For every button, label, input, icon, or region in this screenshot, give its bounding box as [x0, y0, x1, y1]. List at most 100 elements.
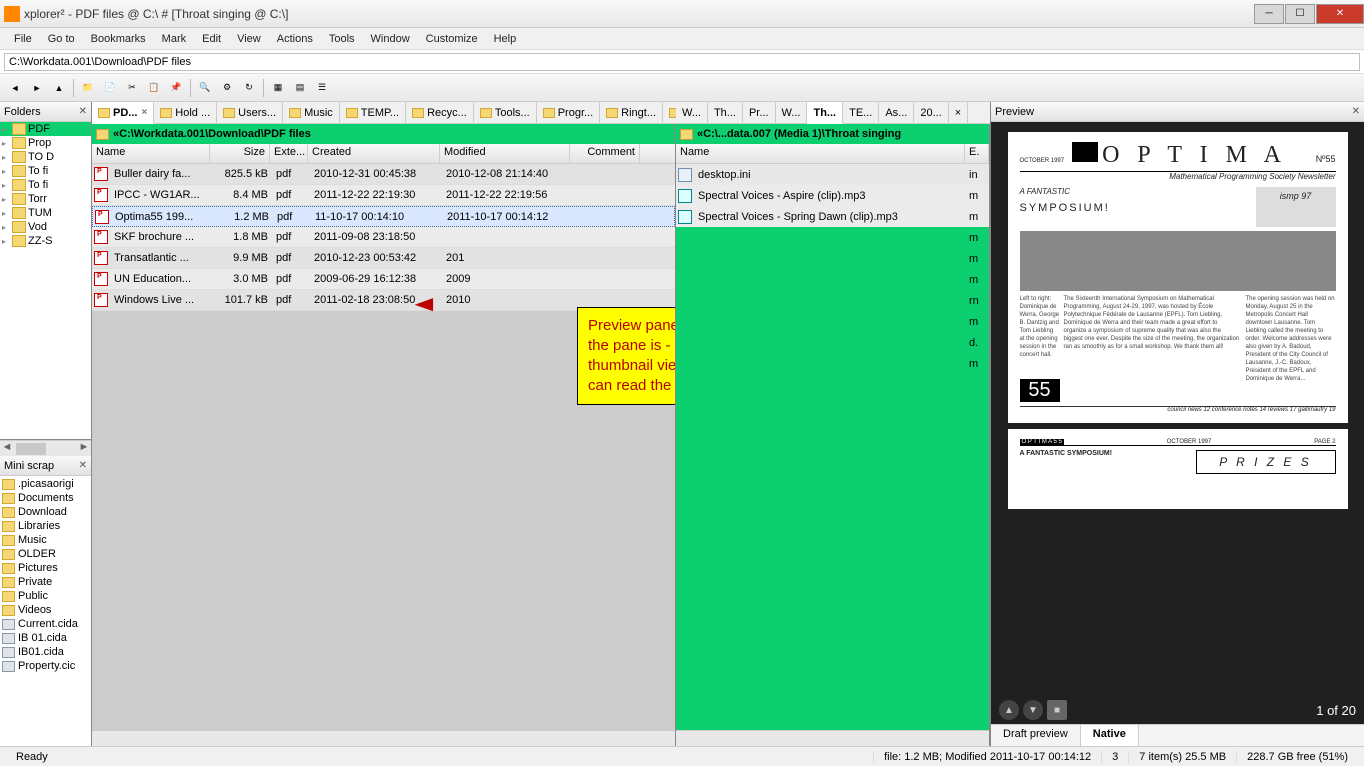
file-row[interactable]: d.	[676, 332, 989, 353]
tool-icon[interactable]: ☰	[312, 78, 332, 98]
file-row[interactable]: Spectral Voices - Spring Dawn (clip).mp3…	[676, 206, 989, 227]
file-row[interactable]: m	[676, 311, 989, 332]
tab[interactable]: PD...×	[92, 102, 154, 124]
menu-goto[interactable]: Go to	[40, 31, 83, 47]
col-e[interactable]: E.	[965, 144, 989, 163]
tool-icon[interactable]: ✂	[122, 78, 142, 98]
col-modified[interactable]: Modified	[440, 144, 570, 163]
menu-help[interactable]: Help	[486, 31, 525, 47]
maximize-button[interactable]: ☐	[1285, 4, 1315, 24]
miniscrap-item[interactable]: Current.cida	[0, 617, 91, 631]
right-file-list[interactable]: desktop.iniinSpectral Voices - Aspire (c…	[676, 164, 989, 730]
tab[interactable]: Pr...	[743, 102, 776, 123]
preview-stop-icon[interactable]: ■	[1047, 700, 1067, 720]
file-row[interactable]: desktop.iniin	[676, 164, 989, 185]
col-comment[interactable]: Comment	[570, 144, 640, 163]
file-row[interactable]: Buller dairy fa...825.5 kBpdf2010-12-31 …	[92, 164, 675, 185]
file-row[interactable]: rn	[676, 290, 989, 311]
tool-icon[interactable]: 📋	[144, 78, 164, 98]
tool-icon[interactable]: 🔍	[195, 78, 215, 98]
folders-tree[interactable]: ▸PDF▸Prop▸TO D▸To fi▸To fi▸Torr▸TUM▸Vod▸…	[0, 122, 91, 440]
tab[interactable]: 20...	[914, 102, 948, 123]
tab[interactable]: Tools...	[474, 102, 537, 123]
file-row[interactable]: Transatlantic ...9.9 MBpdf2010-12-23 00:…	[92, 248, 675, 269]
tab[interactable]: Th...	[807, 102, 843, 124]
menu-customize[interactable]: Customize	[418, 31, 486, 47]
col-ext[interactable]: Exte...	[270, 144, 308, 163]
file-row[interactable]: Spectral Voices - Aspire (clip).mp3m	[676, 185, 989, 206]
tab[interactable]: W...	[676, 102, 708, 123]
miniscrap-item[interactable]: OLDER	[0, 547, 91, 561]
miniscrap-item[interactable]: IB 01.cida	[0, 631, 91, 645]
miniscrap-item[interactable]: IB01.cida	[0, 645, 91, 659]
miniscrap-item[interactable]: Libraries	[0, 519, 91, 533]
preview-up-icon[interactable]: ▲	[999, 700, 1019, 720]
tree-item[interactable]: ▸To fi	[0, 178, 91, 192]
col-name[interactable]: Name	[92, 144, 210, 163]
menu-edit[interactable]: Edit	[194, 31, 229, 47]
tree-item[interactable]: ▸To fi	[0, 164, 91, 178]
preview-down-icon[interactable]: ▼	[1023, 700, 1043, 720]
nav-back-icon[interactable]: ◄	[5, 78, 25, 98]
tool-icon[interactable]: ↻	[239, 78, 259, 98]
miniscrap-item[interactable]: Download	[0, 505, 91, 519]
preview-close-icon[interactable]: ✕	[1352, 106, 1360, 117]
right-hscroll[interactable]	[676, 730, 989, 746]
file-row[interactable]: m	[676, 248, 989, 269]
tab[interactable]: As...	[879, 102, 914, 123]
close-button[interactable]: ✕	[1316, 4, 1364, 24]
folders-close-icon[interactable]: ✕	[79, 106, 87, 117]
tree-item[interactable]: ▸Vod	[0, 220, 91, 234]
miniscrap-close-icon[interactable]: ✕	[79, 460, 87, 471]
tree-item[interactable]: ▸Prop	[0, 136, 91, 150]
miniscrap-item[interactable]: Property.cic	[0, 659, 91, 673]
col-name[interactable]: Name	[676, 144, 965, 163]
tree-item[interactable]: ▸TO D	[0, 150, 91, 164]
left-hscroll[interactable]	[92, 730, 675, 746]
preview-viewport[interactable]: OCTOBER 1997 O P T I M A Nº55 Mathematic…	[991, 122, 1364, 696]
tool-icon[interactable]: ▦	[268, 78, 288, 98]
file-row[interactable]: m	[676, 227, 989, 248]
menu-tools[interactable]: Tools	[321, 31, 363, 47]
file-row[interactable]: Optima55 199...1.2 MBpdf11-10-17 00:14:1…	[92, 206, 675, 227]
tab[interactable]: TE...	[843, 102, 879, 123]
right-pane-path[interactable]: «C:\...data.007 (Media 1)\Throat singing	[676, 124, 989, 144]
folders-hscroll[interactable]: ◄►	[0, 440, 91, 456]
tree-item[interactable]: ▸PDF	[0, 122, 91, 136]
tab[interactable]: Users...	[217, 102, 283, 123]
menu-actions[interactable]: Actions	[269, 31, 321, 47]
tool-icon[interactable]: 📁	[78, 78, 98, 98]
tab[interactable]: Progr...	[537, 102, 600, 123]
tree-item[interactable]: ▸TUM	[0, 206, 91, 220]
col-size[interactable]: Size	[210, 144, 270, 163]
file-row[interactable]: IPCC - WG1AR...8.4 MBpdf2011-12-22 22:19…	[92, 185, 675, 206]
menu-window[interactable]: Window	[363, 31, 418, 47]
tool-icon[interactable]: 📌	[166, 78, 186, 98]
left-pane-path[interactable]: «C:\Workdata.001\Download\PDF files	[92, 124, 675, 144]
tool-icon[interactable]: 📄	[100, 78, 120, 98]
tree-item[interactable]: ▸Torr	[0, 192, 91, 206]
right-column-headers[interactable]: Name E.	[676, 144, 989, 164]
address-input[interactable]	[4, 53, 1360, 71]
miniscrap-item[interactable]: Pictures	[0, 561, 91, 575]
file-row[interactable]: m	[676, 269, 989, 290]
preview-tab-native[interactable]: Native	[1081, 725, 1139, 746]
tab[interactable]: Th...	[708, 102, 743, 123]
tab[interactable]: W...	[776, 102, 808, 123]
file-row[interactable]: UN Education...3.0 MBpdf2009-06-29 16:12…	[92, 269, 675, 290]
col-created[interactable]: Created	[308, 144, 440, 163]
file-row[interactable]: SKF brochure ...1.8 MBpdf2011-09-08 23:1…	[92, 227, 675, 248]
miniscrap-item[interactable]: Documents	[0, 491, 91, 505]
miniscrap-item[interactable]: Public	[0, 589, 91, 603]
miniscrap-item[interactable]: Private	[0, 575, 91, 589]
miniscrap-item[interactable]: Videos	[0, 603, 91, 617]
menu-file[interactable]: File	[6, 31, 40, 47]
menu-bookmarks[interactable]: Bookmarks	[83, 31, 154, 47]
tool-icon[interactable]: ⚙	[217, 78, 237, 98]
file-row[interactable]: m	[676, 353, 989, 374]
menu-mark[interactable]: Mark	[154, 31, 194, 47]
nav-up-icon[interactable]: ▲	[49, 78, 69, 98]
menu-view[interactable]: View	[229, 31, 269, 47]
nav-forward-icon[interactable]: ►	[27, 78, 47, 98]
miniscrap-item[interactable]: Music	[0, 533, 91, 547]
